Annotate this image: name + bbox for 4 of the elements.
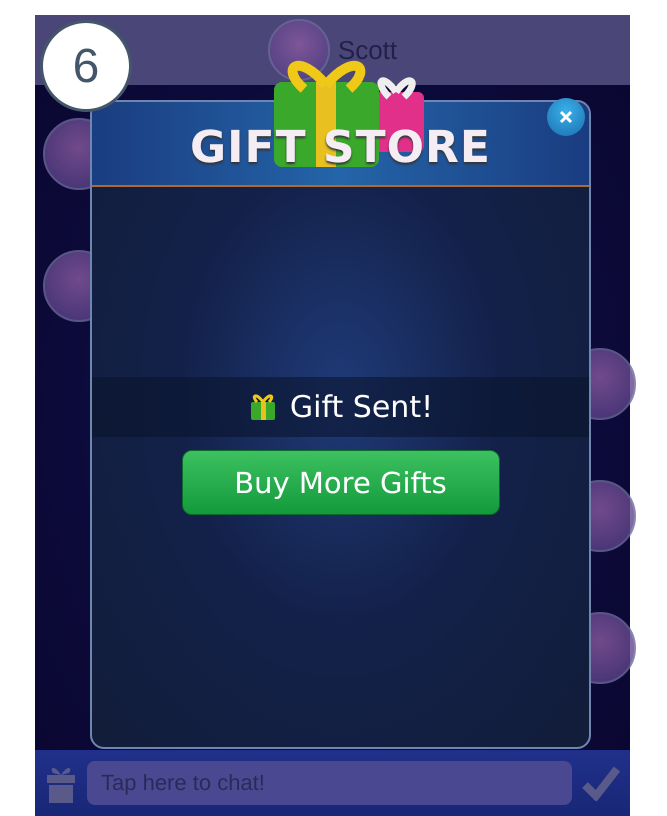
- buy-more-gifts-button[interactable]: Buy More Gifts: [182, 450, 500, 515]
- close-icon: [559, 110, 573, 124]
- gift-sent-message: Gift Sent!: [290, 390, 434, 424]
- checkmark-icon[interactable]: [582, 765, 620, 801]
